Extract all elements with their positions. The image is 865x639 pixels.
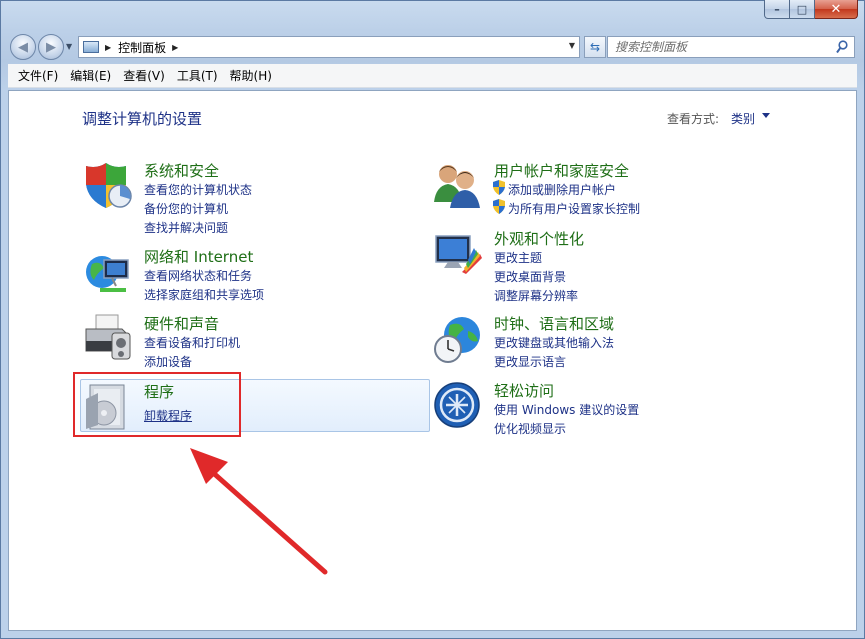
close-button[interactable]: ✕ xyxy=(815,0,858,19)
minimize-icon: – xyxy=(774,2,780,16)
forward-arrow-icon: ▶ xyxy=(46,39,56,55)
globe-clock-icon[interactable] xyxy=(432,313,484,365)
caption-buttons: – □ ✕ xyxy=(764,0,858,19)
menu-file[interactable]: 文件(F) xyxy=(12,67,64,84)
category-title[interactable]: 网络和 Internet xyxy=(144,246,253,267)
search-input[interactable] xyxy=(615,38,830,56)
menu-tools[interactable]: 工具(T) xyxy=(171,67,224,84)
address-dropdown-icon[interactable]: ▼ xyxy=(569,41,575,50)
link-add-device[interactable]: 添加设备 xyxy=(144,353,192,370)
link-troubleshoot[interactable]: 查找并解决问题 xyxy=(144,219,228,236)
link-homegroup-sharing[interactable]: 选择家庭组和共享选项 xyxy=(144,286,264,303)
link-view-computer-status[interactable]: 查看您的计算机状态 xyxy=(144,181,252,198)
search-icon[interactable] xyxy=(836,40,848,54)
menu-view[interactable]: 查看(V) xyxy=(117,67,171,84)
menu-edit[interactable]: 编辑(E) xyxy=(64,67,117,84)
printer-icon[interactable] xyxy=(82,313,134,365)
annotation-red-box xyxy=(73,372,241,437)
refresh-icon: ⇆ xyxy=(589,40,601,54)
link-optimize-display[interactable]: 优化视频显示 xyxy=(494,420,566,437)
link-devices-printers[interactable]: 查看设备和打印机 xyxy=(144,334,240,351)
view-by-label: 查看方式: xyxy=(667,112,720,126)
category-title[interactable]: 外观和个性化 xyxy=(494,228,584,249)
users-icon[interactable] xyxy=(432,160,484,212)
link-parental-controls[interactable]: 为所有用户设置家长控制 xyxy=(508,200,640,217)
link-keyboard-input[interactable]: 更改键盘或其他输入法 xyxy=(494,334,614,351)
category-title[interactable]: 时钟、语言和区域 xyxy=(494,313,614,334)
category-title[interactable]: 系统和安全 xyxy=(144,160,219,181)
shield-icon[interactable] xyxy=(82,160,134,212)
control-panel-icon xyxy=(83,41,99,53)
ease-of-access-icon[interactable] xyxy=(432,380,484,432)
back-button[interactable]: ◀ xyxy=(10,34,36,60)
link-screen-resolution[interactable]: 调整屏幕分辨率 xyxy=(494,287,578,304)
link-add-remove-accounts[interactable]: 添加或删除用户帐户 xyxy=(508,181,616,198)
link-network-status[interactable]: 查看网络状态和任务 xyxy=(144,267,252,284)
link-display-language[interactable]: 更改显示语言 xyxy=(494,353,566,370)
view-by-dropdown[interactable]: 类别 xyxy=(731,110,755,127)
breadcrumb-chevron-icon[interactable]: ▶ xyxy=(105,43,111,52)
maximize-icon: □ xyxy=(796,2,808,16)
breadcrumb-chevron-icon[interactable]: ▶ xyxy=(172,43,178,52)
uac-shield-icon xyxy=(493,180,505,195)
link-windows-recommended[interactable]: 使用 Windows 建议的设置 xyxy=(494,401,639,418)
view-by-arrow-icon[interactable] xyxy=(762,113,770,118)
minimize-button[interactable]: – xyxy=(764,0,790,19)
link-desktop-background[interactable]: 更改桌面背景 xyxy=(494,268,566,285)
globe-network-icon[interactable] xyxy=(82,246,134,298)
category-title[interactable]: 用户帐户和家庭安全 xyxy=(494,160,629,181)
recent-pages-dropdown[interactable]: ▼ xyxy=(66,42,72,51)
monitor-palette-icon[interactable] xyxy=(432,228,484,280)
address-bar[interactable]: ▶ 控制面板 ▶ ▼ xyxy=(78,36,580,58)
breadcrumb[interactable]: 控制面板 xyxy=(118,39,166,56)
link-change-theme[interactable]: 更改主题 xyxy=(494,249,542,266)
close-icon: ✕ xyxy=(830,1,842,17)
annotation-arrow-icon xyxy=(190,448,328,575)
back-arrow-icon: ◀ xyxy=(18,39,28,55)
category-title[interactable]: 轻松访问 xyxy=(494,380,554,401)
page-title: 调整计算机的设置 xyxy=(82,110,203,128)
refresh-button[interactable]: ⇆ xyxy=(584,36,606,58)
navigation-bar: ◀ ▶ ▼ ▶ 控制面板 ▶ ▼ ⇆ xyxy=(10,32,855,60)
menu-bar: 文件(F) 编辑(E) 查看(V) 工具(T) 帮助(H) xyxy=(8,64,857,88)
category-title[interactable]: 硬件和声音 xyxy=(144,313,219,334)
menu-help[interactable]: 帮助(H) xyxy=(224,67,278,84)
link-backup-computer[interactable]: 备份您的计算机 xyxy=(144,200,228,217)
search-box xyxy=(607,36,855,58)
uac-shield-icon xyxy=(493,199,505,214)
maximize-button[interactable]: □ xyxy=(790,0,815,19)
forward-button[interactable]: ▶ xyxy=(38,34,64,60)
